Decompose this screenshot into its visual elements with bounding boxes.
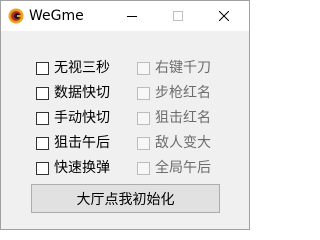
checkbox-quanju-wuhou: 全局午后 [137,158,211,178]
lobby-initialize-button[interactable]: 大厅点我初始化 [31,184,220,213]
checkbox-wushi-sanmiao[interactable]: 无视三秒 [36,58,110,78]
close-button[interactable] [201,1,249,31]
checkbox-box[interactable] [36,86,49,100]
checkbox-label: 步枪红名 [155,85,211,101]
checkbox-label: 数据快切 [54,85,110,101]
checkbox-box [137,111,150,125]
checkbox-buqiang-hongming: 步枪红名 [137,83,211,103]
checkbox-juji-hongming: 狙击红名 [137,108,211,128]
wegame-logo-icon [8,8,24,24]
title-bar[interactable]: WeGme [1,1,249,31]
checkbox-juji-wuhou[interactable]: 狙击午后 [36,133,110,153]
checkbox-box [137,61,150,75]
checkbox-label: 敌人变大 [155,135,211,151]
checkbox-label: 右键千刀 [155,60,211,76]
checkbox-box [137,86,150,100]
checkbox-label: 手动快切 [54,110,110,126]
checkbox-label: 狙击红名 [155,110,211,126]
checkbox-box[interactable] [36,161,49,175]
maximize-button[interactable] [155,1,201,31]
checkbox-label: 狙击午后 [54,135,110,151]
checkbox-box [137,136,150,150]
close-icon [219,11,229,21]
checkbox-label: 全局午后 [155,160,211,176]
checkbox-box[interactable] [36,111,49,125]
checkbox-label: 无视三秒 [54,60,110,76]
minimize-button[interactable] [109,1,155,31]
checkbox-kuaisu-huandan[interactable]: 快速换弹 [36,158,110,178]
lobby-initialize-button-label: 大厅点我初始化 [76,191,175,208]
checkbox-box [137,161,150,175]
checkbox-diren-bianda: 敌人变大 [137,133,211,153]
checkbox-box[interactable] [36,61,49,75]
window-title: WeGme [29,8,84,24]
checkbox-label: 快速换弹 [54,160,110,176]
checkbox-shoudong-kuaiqie[interactable]: 手动快切 [36,108,110,128]
app-window: WeGme 无视三秒 数据快切 手动快切 狙击午后 快速换弹 右键千刀 步枪红名… [0,0,250,230]
maximize-icon [173,11,183,21]
minimize-icon [127,16,137,17]
checkbox-youjian-qiandao: 右键千刀 [137,58,211,78]
checkbox-box[interactable] [36,136,49,150]
checkbox-shuju-kuaiqie[interactable]: 数据快切 [36,83,110,103]
